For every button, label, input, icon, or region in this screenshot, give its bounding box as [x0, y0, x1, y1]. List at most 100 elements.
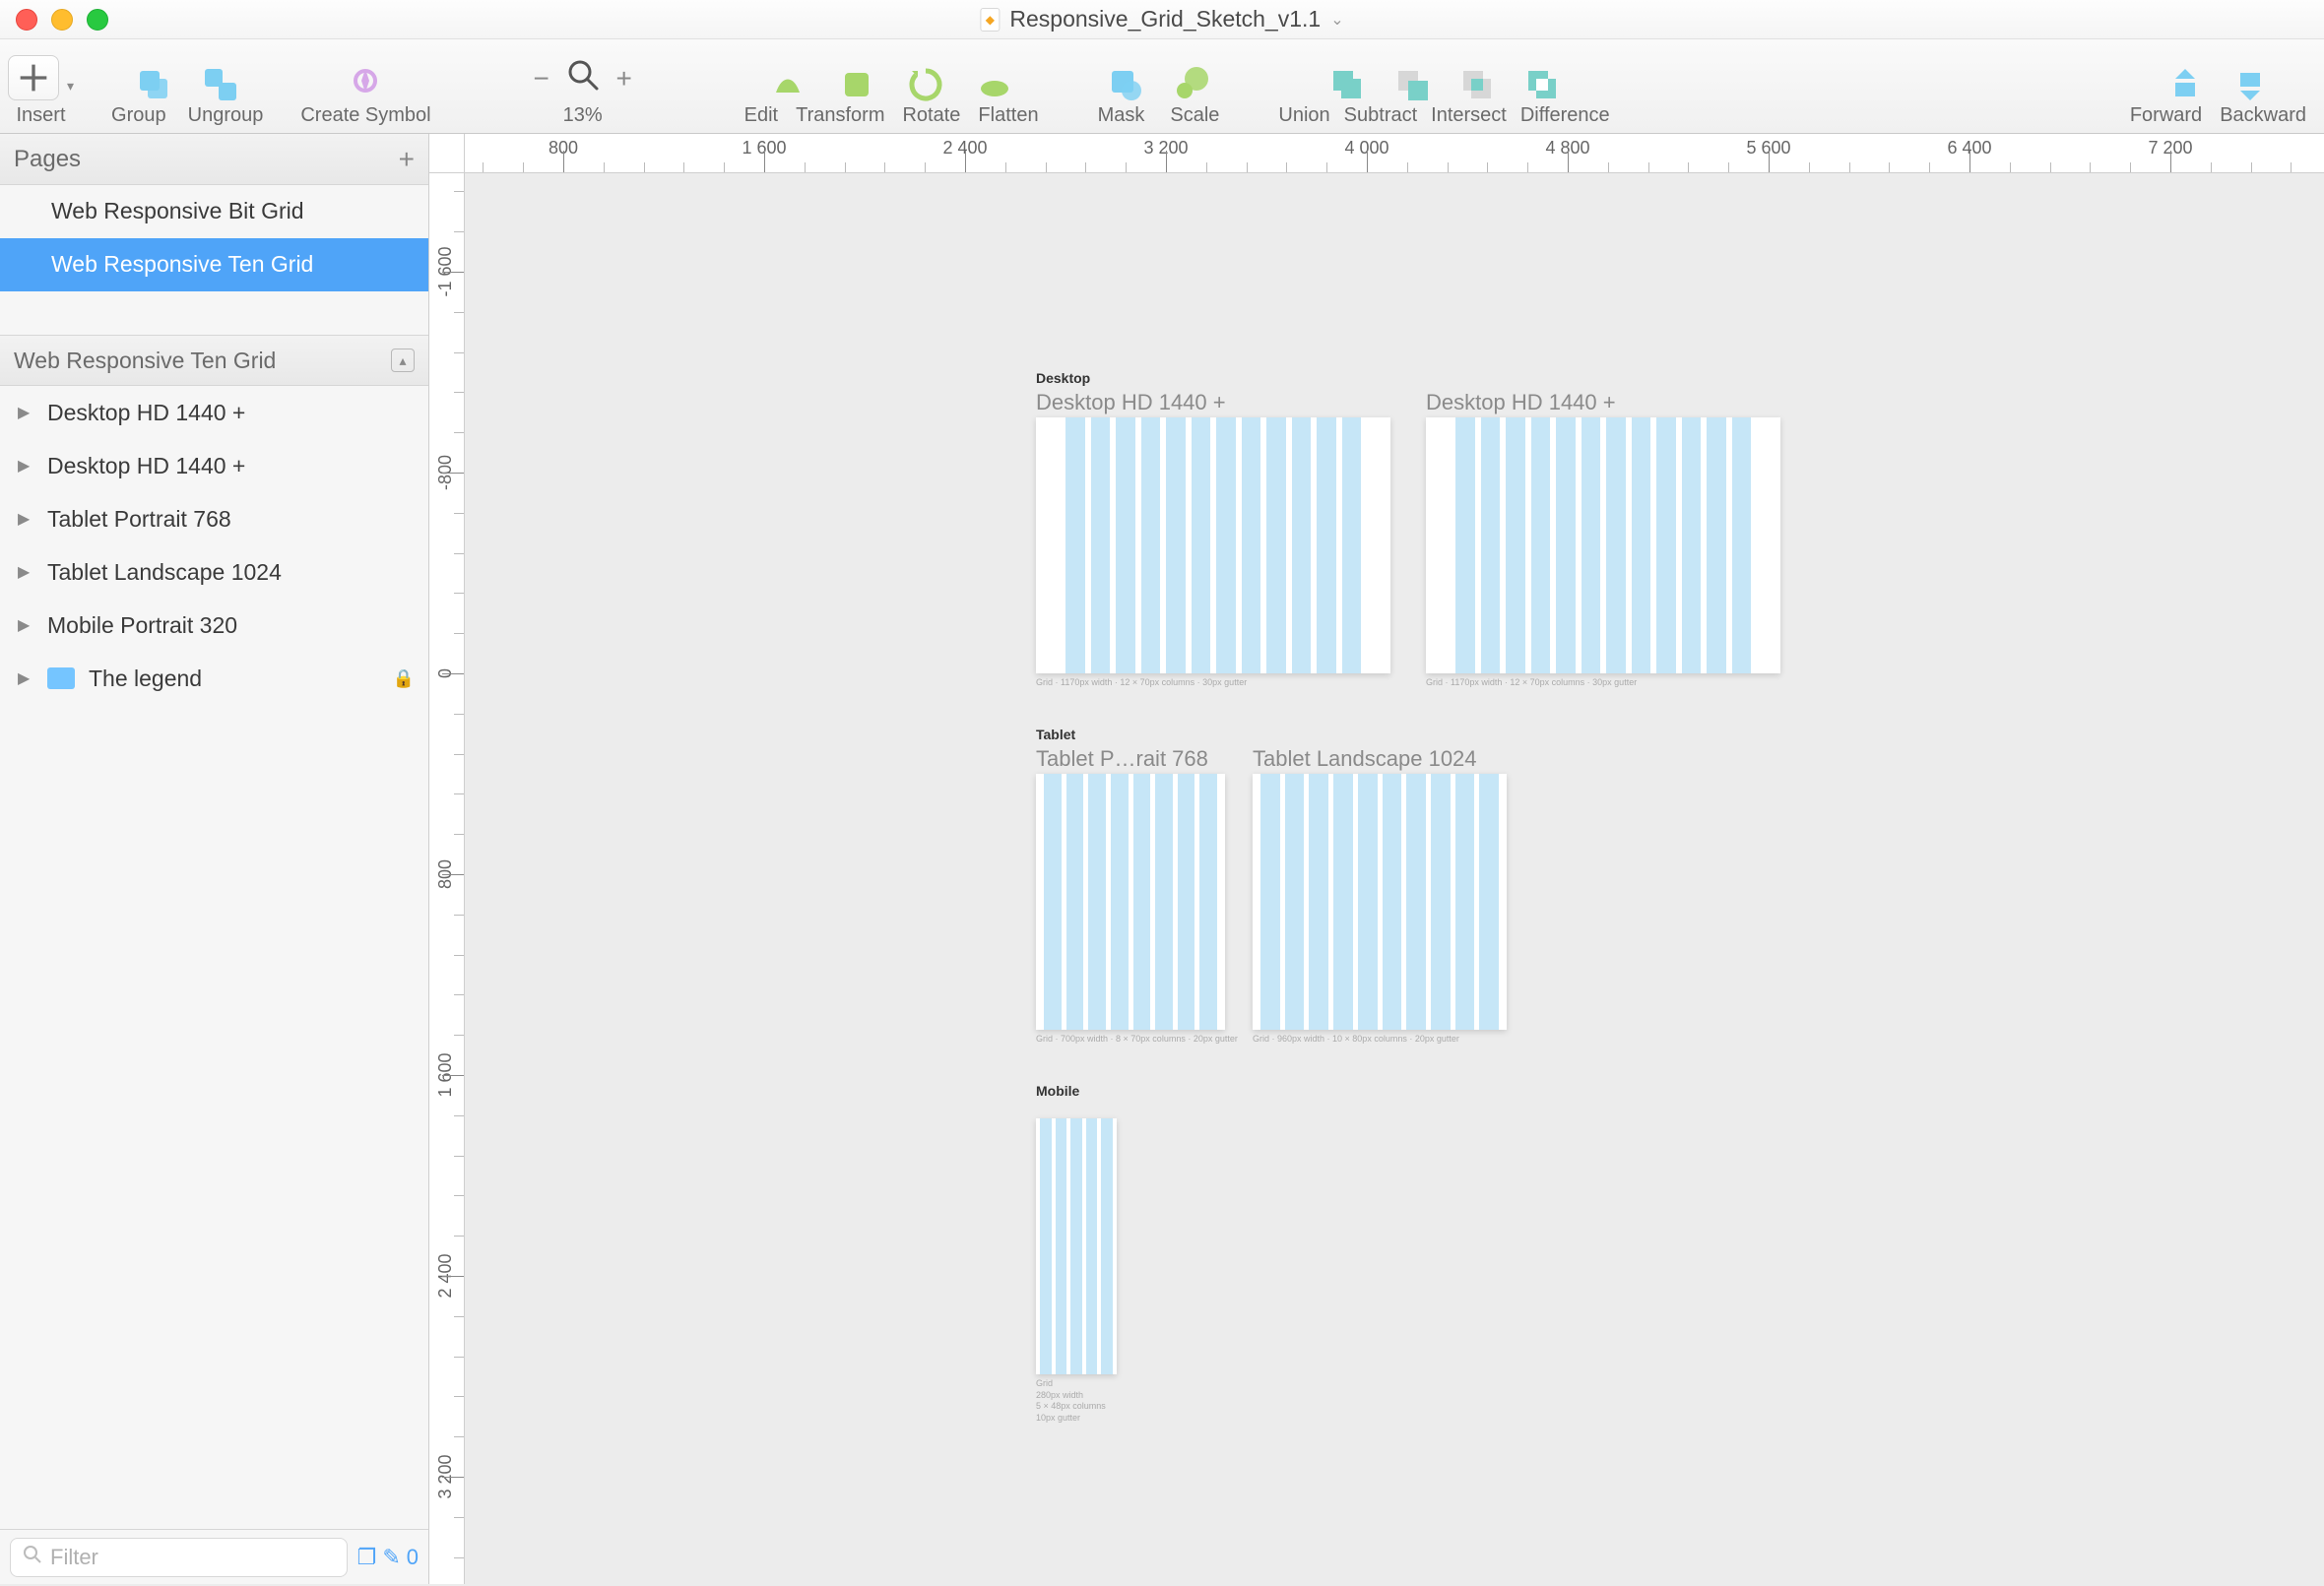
- artboard-mobile-portrait[interactable]: Grid280px width5 × 48px columns10px gutt…: [1036, 1118, 1117, 1374]
- artboard-desktop-1[interactable]: Desktop HD 1440 + Grid · 1170px width · …: [1036, 417, 1390, 673]
- union-icon: [1327, 65, 1367, 104]
- artboard-note: Grid · 700px width · 8 × 70px columns · …: [1036, 1034, 1238, 1046]
- intersect-button[interactable]: [1457, 65, 1497, 104]
- mask-icon: [1106, 65, 1145, 104]
- difference-icon: [1522, 65, 1562, 104]
- artboard-tablet-landscape[interactable]: Tablet Landscape 1024 Grid · 960px width…: [1253, 774, 1507, 1030]
- pages-header-label: Pages: [14, 146, 81, 173]
- ruler-horizontal[interactable]: 8001 6002 4003 2004 0004 8005 6006 4007 …: [465, 134, 2324, 173]
- mask-button[interactable]: [1106, 65, 1145, 104]
- create-symbol-button[interactable]: [346, 61, 385, 100]
- flatten-icon: [975, 65, 1014, 104]
- ungroup-button[interactable]: [201, 65, 240, 104]
- plus-icon: [14, 58, 53, 97]
- grid-columns: [1036, 1118, 1117, 1374]
- filter-input[interactable]: Filter: [10, 1538, 348, 1577]
- grid-columns: [1253, 774, 1507, 1030]
- layer-label: Tablet Landscape 1024: [47, 559, 282, 586]
- subtract-button[interactable]: [1392, 65, 1432, 104]
- ruler-corner: [429, 134, 465, 173]
- artboard-title: Desktop HD 1440 +: [1426, 390, 1616, 415]
- backward-icon: [2230, 65, 2270, 104]
- zoom-group: − + 13%: [530, 53, 636, 127]
- transform-icon: [837, 65, 876, 104]
- artboard-desktop-2[interactable]: Desktop HD 1440 + Grid · 1170px width · …: [1426, 417, 1780, 673]
- slice-icon[interactable]: ✎: [382, 1545, 400, 1570]
- disclosure-triangle-icon[interactable]: ▶: [18, 509, 33, 529]
- union-button[interactable]: [1327, 65, 1367, 104]
- close-window-button[interactable]: [16, 9, 37, 31]
- scale-button[interactable]: [1171, 65, 1210, 104]
- flatten-label: Flatten: [978, 104, 1038, 127]
- disclosure-triangle-icon[interactable]: ▶: [18, 615, 33, 635]
- magnifier-icon[interactable]: [565, 57, 601, 101]
- layer-label: The legend: [89, 666, 202, 692]
- section-label-tablet: Tablet: [1036, 727, 1075, 742]
- forward-button[interactable]: [2165, 65, 2205, 104]
- insert-group: ▾ Insert: [8, 49, 74, 127]
- disclosure-triangle-icon[interactable]: ▶: [18, 456, 33, 476]
- rotate-icon: [906, 65, 945, 104]
- rotate-button[interactable]: [906, 65, 945, 104]
- edit-button[interactable]: [768, 65, 807, 104]
- page-item-ten-grid[interactable]: Web Responsive Ten Grid: [0, 238, 428, 291]
- filter-placeholder: Filter: [50, 1545, 98, 1570]
- transform-button[interactable]: [837, 65, 876, 104]
- transform-label: Transform: [796, 104, 884, 127]
- edit-icon: [768, 65, 807, 104]
- artboard-title: Tablet Landscape 1024: [1253, 746, 1477, 772]
- section-label-mobile: Mobile: [1036, 1083, 1079, 1099]
- footer-icons: ❐ ✎ 0: [357, 1545, 419, 1570]
- zoom-out-button[interactable]: −: [530, 63, 553, 95]
- scale-label: Scale: [1170, 104, 1219, 127]
- maximize-window-button[interactable]: [87, 9, 108, 31]
- group-icon: [134, 65, 173, 104]
- page-item-bit-grid[interactable]: Web Responsive Bit Grid: [0, 185, 428, 238]
- sidebar-footer: Filter ❐ ✎ 0: [0, 1529, 428, 1584]
- insert-button[interactable]: [8, 55, 59, 100]
- mask-label: Mask: [1098, 104, 1145, 127]
- grid-columns: [1426, 417, 1780, 673]
- flatten-button[interactable]: [975, 65, 1014, 104]
- outline-header-label: Web Responsive Ten Grid: [14, 348, 276, 374]
- create-symbol-label: Create Symbol: [300, 104, 430, 127]
- layer-item[interactable]: ▶ Tablet Landscape 1024: [0, 545, 428, 599]
- zoom-in-button[interactable]: +: [613, 63, 636, 95]
- document-title-dropdown[interactable]: Responsive_Grid_Sketch_v1.1 ⌄: [980, 6, 1343, 32]
- backward-button[interactable]: [2230, 65, 2270, 104]
- disclosure-triangle-icon[interactable]: ▶: [18, 562, 33, 582]
- canvas[interactable]: Desktop Desktop HD 1440 + Grid · 1170px …: [465, 173, 2324, 1584]
- collapse-outline-button[interactable]: ▴: [391, 349, 415, 372]
- traffic-lights: [16, 9, 108, 31]
- layer-item[interactable]: ▶Tablet Portrait 768: [0, 492, 428, 545]
- layer-item[interactable]: ▶Mobile Portrait 320: [0, 599, 428, 652]
- disclosure-triangle-icon[interactable]: ▶: [18, 668, 33, 688]
- section-label-desktop: Desktop: [1036, 370, 1090, 386]
- artboard-note: Grid · 960px width · 10 × 80px columns ·…: [1253, 1034, 1459, 1046]
- group-button[interactable]: [134, 65, 173, 104]
- intersect-label: Intersect: [1431, 104, 1507, 127]
- subtract-label: Subtract: [1344, 104, 1417, 127]
- minimize-window-button[interactable]: [51, 9, 73, 31]
- lock-icon: 🔒: [393, 668, 415, 689]
- document-title: Responsive_Grid_Sketch_v1.1: [1009, 6, 1321, 32]
- artboard-tablet-portrait[interactable]: Tablet P…rait 768 Grid · 700px width · 8…: [1036, 774, 1225, 1030]
- ruler-vertical[interactable]: -1 600-80008001 6002 4003 200: [429, 173, 465, 1584]
- artboard-note: Grid · 1170px width · 12 × 70px columns …: [1036, 677, 1247, 689]
- titlebar: Responsive_Grid_Sketch_v1.1 ⌄: [0, 0, 2324, 39]
- subtract-icon: [1392, 65, 1432, 104]
- canvas-area: 8001 6002 4003 2004 0004 8005 6006 4007 …: [429, 134, 2324, 1584]
- intersect-icon: [1457, 65, 1497, 104]
- layer-item[interactable]: ▶Desktop HD 1440 +: [0, 439, 428, 492]
- difference-button[interactable]: [1522, 65, 1562, 104]
- insert-dropdown-chevron[interactable]: ▾: [67, 78, 74, 95]
- create-symbol-group: Create Symbol: [300, 49, 430, 127]
- rotate-label: Rotate: [902, 104, 960, 127]
- layer-item-legend[interactable]: ▶ The legend 🔒: [0, 652, 428, 705]
- layer-item[interactable]: ▶Desktop HD 1440 +: [0, 386, 428, 439]
- document-icon: [980, 8, 1000, 32]
- duplicate-icon[interactable]: ❐: [357, 1545, 377, 1570]
- add-page-button[interactable]: +: [399, 144, 415, 175]
- disclosure-triangle-icon[interactable]: ▶: [18, 403, 33, 422]
- artboard-title: Tablet P…rait 768: [1036, 746, 1208, 772]
